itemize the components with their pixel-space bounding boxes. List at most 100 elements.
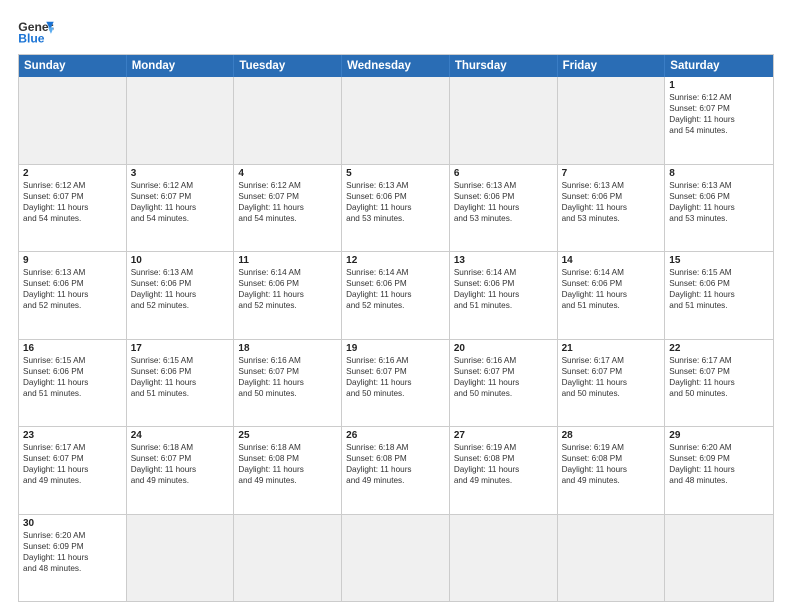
cell-info: Sunrise: 6:19 AMSunset: 6:08 PMDaylight:… — [562, 442, 661, 486]
cell-info: Sunrise: 6:13 AMSunset: 6:06 PMDaylight:… — [23, 267, 122, 311]
cell-info: Sunrise: 6:15 AMSunset: 6:06 PMDaylight:… — [23, 355, 122, 399]
day-number: 25 — [238, 430, 337, 441]
calendar-cell — [234, 77, 342, 164]
calendar-cell: 18Sunrise: 6:16 AMSunset: 6:07 PMDayligh… — [234, 340, 342, 427]
cell-info: Sunrise: 6:16 AMSunset: 6:07 PMDaylight:… — [238, 355, 337, 399]
calendar-cell: 5Sunrise: 6:13 AMSunset: 6:06 PMDaylight… — [342, 165, 450, 252]
calendar-cell: 30Sunrise: 6:20 AMSunset: 6:09 PMDayligh… — [19, 515, 127, 602]
calendar-cell: 17Sunrise: 6:15 AMSunset: 6:06 PMDayligh… — [127, 340, 235, 427]
day-number: 22 — [669, 343, 769, 354]
day-number: 3 — [131, 168, 230, 179]
header-day-thursday: Thursday — [450, 55, 558, 77]
calendar-row-1: 2 Sunrise: 6:12 AMSunset: 6:07 PMDaylight… — [19, 165, 773, 253]
day-number: 9 — [23, 255, 122, 266]
day-number: 7 — [562, 168, 661, 179]
calendar-cell: 23Sunrise: 6:17 AMSunset: 6:07 PMDayligh… — [19, 427, 127, 514]
cell-info: Sunrise: 6:14 AMSunset: 6:06 PMDaylight:… — [454, 267, 553, 311]
calendar-cell: 1Sunrise: 6:12 AMSunset: 6:07 PMDaylight… — [665, 77, 773, 164]
day-number: 24 — [131, 430, 230, 441]
day-number: 21 — [562, 343, 661, 354]
calendar-cell: 26Sunrise: 6:18 AMSunset: 6:08 PMDayligh… — [342, 427, 450, 514]
calendar-cell: 7Sunrise: 6:13 AMSunset: 6:06 PMDaylight… — [558, 165, 666, 252]
day-number: 19 — [346, 343, 445, 354]
calendar-cell: 27Sunrise: 6:19 AMSunset: 6:08 PMDayligh… — [450, 427, 558, 514]
cell-info: Sunrise: 6:16 AMSunset: 6:07 PMDaylight:… — [454, 355, 553, 399]
calendar-cell — [558, 515, 666, 602]
calendar-cell: 24Sunrise: 6:18 AMSunset: 6:07 PMDayligh… — [127, 427, 235, 514]
cell-info: Sunrise: 6:18 AMSunset: 6:08 PMDaylight:… — [346, 442, 445, 486]
cell-info: Sunrise: 6:17 AMSunset: 6:07 PMDaylight:… — [562, 355, 661, 399]
day-number: 8 — [669, 168, 769, 179]
day-number: 29 — [669, 430, 769, 441]
calendar-cell: 2Sunrise: 6:12 AMSunset: 6:07 PMDaylight… — [19, 165, 127, 252]
header-day-wednesday: Wednesday — [342, 55, 450, 77]
day-number: 4 — [238, 168, 337, 179]
calendar-cell: 12Sunrise: 6:14 AMSunset: 6:06 PMDayligh… — [342, 252, 450, 339]
header-day-sunday: Sunday — [19, 55, 127, 77]
cell-info: Sunrise: 6:18 AMSunset: 6:08 PMDaylight:… — [238, 442, 337, 486]
cell-info: Sunrise: 6:15 AMSunset: 6:06 PMDaylight:… — [131, 355, 230, 399]
day-number: 12 — [346, 255, 445, 266]
day-number: 26 — [346, 430, 445, 441]
calendar-body: 1 Sunrise: 6:12 AMSunset: 6:07 PMDaylight… — [19, 77, 773, 601]
cell-info: Sunrise: 6:20 AMSunset: 6:09 PMDaylight:… — [23, 530, 122, 574]
calendar-cell — [19, 77, 127, 164]
cell-info: Sunrise: 6:14 AMSunset: 6:06 PMDaylight:… — [562, 267, 661, 311]
cell-info: Sunrise: 6:16 AMSunset: 6:07 PMDaylight:… — [346, 355, 445, 399]
calendar-cell: 16Sunrise: 6:15 AMSunset: 6:06 PMDayligh… — [19, 340, 127, 427]
day-number: 14 — [562, 255, 661, 266]
calendar-cell: 4Sunrise: 6:12 AMSunset: 6:07 PMDaylight… — [234, 165, 342, 252]
calendar-cell: 15Sunrise: 6:15 AMSunset: 6:06 PMDayligh… — [665, 252, 773, 339]
svg-text:Blue: Blue — [18, 31, 45, 45]
cell-info: Sunrise: 6:13 AMSunset: 6:06 PMDaylight:… — [669, 180, 769, 224]
cell-info: Sunrise: 6:13 AMSunset: 6:06 PMDaylight:… — [131, 267, 230, 311]
calendar-row-3: 16Sunrise: 6:15 AMSunset: 6:06 PMDayligh… — [19, 340, 773, 428]
calendar-cell — [342, 77, 450, 164]
day-number: 20 — [454, 343, 553, 354]
calendar-cell: 9Sunrise: 6:13 AMSunset: 6:06 PMDaylight… — [19, 252, 127, 339]
calendar-cell: 13Sunrise: 6:14 AMSunset: 6:06 PMDayligh… — [450, 252, 558, 339]
calendar-cell — [450, 77, 558, 164]
day-number: 2 — [23, 168, 122, 179]
day-number: 18 — [238, 343, 337, 354]
calendar: SundayMondayTuesdayWednesdayThursdayFrid… — [18, 54, 774, 602]
cell-info: Sunrise: 6:12 AMSunset: 6:07 PMDaylight:… — [238, 180, 337, 224]
cell-info: Sunrise: 6:15 AMSunset: 6:06 PMDaylight:… — [669, 267, 769, 311]
calendar-cell — [127, 515, 235, 602]
calendar-cell: 8Sunrise: 6:13 AMSunset: 6:06 PMDaylight… — [665, 165, 773, 252]
day-number: 30 — [23, 518, 122, 529]
day-number: 13 — [454, 255, 553, 266]
cell-info: Sunrise: 6:17 AMSunset: 6:07 PMDaylight:… — [669, 355, 769, 399]
calendar-row-4: 23Sunrise: 6:17 AMSunset: 6:07 PMDayligh… — [19, 427, 773, 515]
day-number: 27 — [454, 430, 553, 441]
day-number: 6 — [454, 168, 553, 179]
cell-info: Sunrise: 6:13 AMSunset: 6:06 PMDaylight:… — [562, 180, 661, 224]
cell-info: Sunrise: 6:14 AMSunset: 6:06 PMDaylight:… — [238, 267, 337, 311]
calendar-cell: 3Sunrise: 6:12 AMSunset: 6:07 PMDaylight… — [127, 165, 235, 252]
calendar-row-0: 1Sunrise: 6:12 AMSunset: 6:07 PMDaylight… — [19, 77, 773, 165]
calendar-row-5: 30Sunrise: 6:20 AMSunset: 6:09 PMDayligh… — [19, 515, 773, 602]
day-number: 1 — [669, 80, 769, 91]
header: General Blue — [18, 18, 774, 46]
calendar-cell: 14Sunrise: 6:14 AMSunset: 6:06 PMDayligh… — [558, 252, 666, 339]
day-number: 17 — [131, 343, 230, 354]
cell-info: Sunrise: 6:13 AMSunset: 6:06 PMDaylight:… — [454, 180, 553, 224]
cell-info: Sunrise: 6:17 AMSunset: 6:07 PMDaylight:… — [23, 442, 122, 486]
calendar-cell: 28Sunrise: 6:19 AMSunset: 6:08 PMDayligh… — [558, 427, 666, 514]
cell-info: Sunrise: 6:19 AMSunset: 6:08 PMDaylight:… — [454, 442, 553, 486]
cell-info: Sunrise: 6:18 AMSunset: 6:07 PMDaylight:… — [131, 442, 230, 486]
calendar-cell: 29Sunrise: 6:20 AMSunset: 6:09 PMDayligh… — [665, 427, 773, 514]
header-day-monday: Monday — [127, 55, 235, 77]
calendar-cell: 11Sunrise: 6:14 AMSunset: 6:06 PMDayligh… — [234, 252, 342, 339]
header-day-tuesday: Tuesday — [234, 55, 342, 77]
day-number: 23 — [23, 430, 122, 441]
cell-info: Sunrise: 6:14 AMSunset: 6:06 PMDaylight:… — [346, 267, 445, 311]
day-number: 28 — [562, 430, 661, 441]
calendar-cell: 10Sunrise: 6:13 AMSunset: 6:06 PMDayligh… — [127, 252, 235, 339]
calendar-cell — [558, 77, 666, 164]
day-number: 11 — [238, 255, 337, 266]
calendar-cell: 6Sunrise: 6:13 AMSunset: 6:06 PMDaylight… — [450, 165, 558, 252]
cell-info: Sunrise: 6:12 AMSunset: 6:07 PMDaylight:… — [131, 180, 230, 224]
calendar-cell: 21Sunrise: 6:17 AMSunset: 6:07 PMDayligh… — [558, 340, 666, 427]
header-day-saturday: Saturday — [665, 55, 773, 77]
